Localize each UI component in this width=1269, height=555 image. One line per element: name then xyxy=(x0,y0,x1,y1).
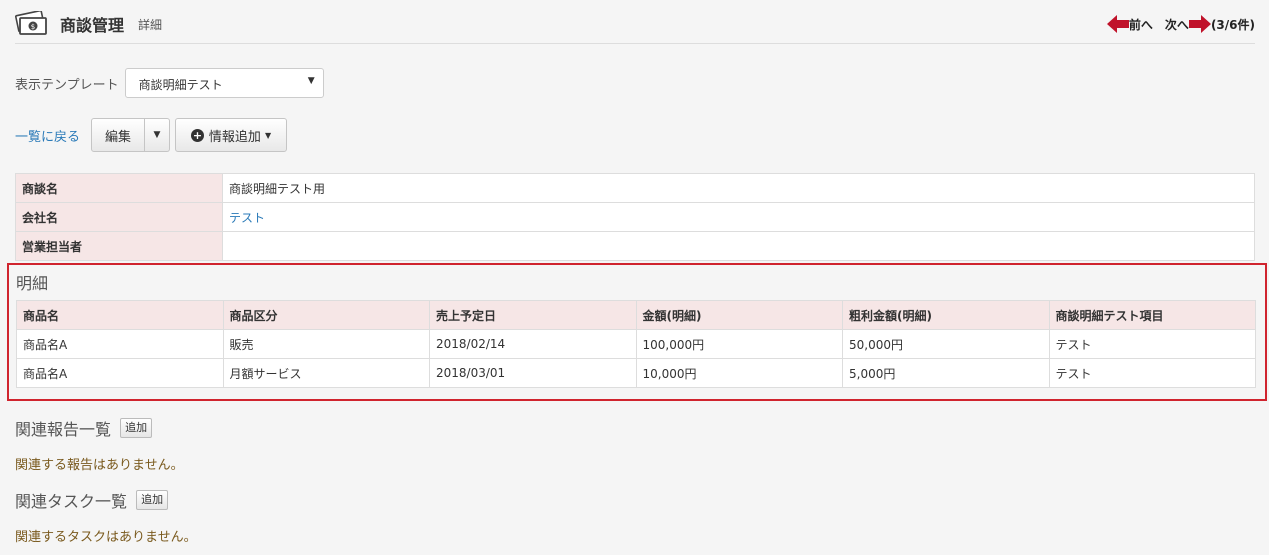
caret-down-icon: ▼ xyxy=(264,130,272,140)
column-header: 商品区分 xyxy=(222,300,430,330)
column-header: 商品名 xyxy=(16,300,224,330)
arrow-left-icon[interactable] xyxy=(1106,15,1129,33)
table-row: 商品名A 販売 2018/02/14 100,000円 50,000円 テスト xyxy=(16,329,1256,359)
caret-down-icon: ▼ xyxy=(307,76,315,86)
table-cell: 月額サービス xyxy=(222,358,430,388)
template-select[interactable]: 商談明細テスト ▼ xyxy=(124,68,324,98)
field-value: テスト xyxy=(222,202,1255,232)
next-link[interactable]: 次へ xyxy=(1165,16,1189,33)
template-row: 表示テンプレート 商談明細テスト ▼ xyxy=(15,68,324,98)
field-value xyxy=(222,231,1255,261)
column-header: 商談明細テスト項目 xyxy=(1048,300,1256,330)
detail-table: 商品名 商品区分 売上予定日 金額(明細) 粗利金額(明細) 商談明細テスト項目… xyxy=(16,300,1256,388)
svg-text:$: $ xyxy=(31,23,35,31)
page-subtitle: 詳細 xyxy=(138,18,163,32)
field-value: 商談明細テスト用 xyxy=(222,173,1255,203)
table-row: 会社名 テスト xyxy=(15,202,1255,232)
action-row: 一覧に戻る 編集 ▼ + 情報追加 ▼ xyxy=(15,118,288,152)
table-cell: 商品名A xyxy=(16,358,224,388)
section-title: 明細 xyxy=(16,274,49,293)
empty-message: 関連する報告はありません。 xyxy=(15,458,184,473)
template-label: 表示テンプレート xyxy=(15,77,119,93)
page-title: 商談管理 xyxy=(60,16,125,35)
add-task-button[interactable]: 追加 xyxy=(136,490,169,510)
deal-info-table: 商談名 商談明細テスト用 会社名 テスト 営業担当者 xyxy=(15,173,1255,261)
page-header: $ 商談管理 詳細 前へ 次へ (3/6件) xyxy=(15,0,1255,44)
column-header: 売上予定日 xyxy=(429,300,637,330)
detail-section: 明細 商品名 商品区分 売上予定日 金額(明細) 粗利金額(明細) 商談明細テス… xyxy=(7,263,1267,401)
table-cell: 2018/03/01 xyxy=(429,358,637,388)
table-cell: 50,000円 xyxy=(842,329,1050,359)
field-label: 営業担当者 xyxy=(15,231,223,261)
related-reports-section: 関連報告一覧 追加 関連する報告はありません。 xyxy=(15,416,184,473)
edit-dropdown-button[interactable]: ▼ xyxy=(145,118,171,152)
edit-button[interactable]: 編集 xyxy=(91,118,146,152)
table-cell: テスト xyxy=(1048,358,1256,388)
table-header-row: 商品名 商品区分 売上予定日 金額(明細) 粗利金額(明細) 商談明細テスト項目 xyxy=(16,300,1256,330)
related-tasks-section: 関連タスク一覧 追加 関連するタスクはありません。 xyxy=(15,488,197,545)
table-cell: 商品名A xyxy=(16,329,224,359)
record-count: (3/6件) xyxy=(1210,17,1255,32)
caret-down-icon: ▼ xyxy=(153,130,161,140)
table-cell: 2018/02/14 xyxy=(429,329,637,359)
company-link[interactable]: テスト xyxy=(229,211,265,225)
table-cell: 100,000円 xyxy=(635,329,843,359)
table-row: 営業担当者 xyxy=(15,231,1255,261)
add-info-label: 情報追加 xyxy=(208,129,261,145)
table-cell: 販売 xyxy=(222,329,430,359)
add-info-button[interactable]: + 情報追加 ▼ xyxy=(175,118,288,152)
table-row: 商談名 商談明細テスト用 xyxy=(15,173,1255,203)
template-selected-value: 商談明細テスト xyxy=(138,78,223,92)
table-cell: テスト xyxy=(1048,329,1256,359)
add-report-button[interactable]: 追加 xyxy=(120,418,153,438)
prev-link[interactable]: 前へ xyxy=(1129,16,1153,33)
empty-message: 関連するタスクはありません。 xyxy=(15,530,197,545)
column-header: 金額(明細) xyxy=(635,300,843,330)
table-cell: 10,000円 xyxy=(635,358,843,388)
back-to-list-link[interactable]: 一覧に戻る xyxy=(15,126,80,145)
table-cell: 5,000円 xyxy=(842,358,1050,388)
pager: 前へ 次へ (3/6件) xyxy=(1106,14,1255,34)
money-icon: $ xyxy=(15,11,47,35)
section-title: 関連報告一覧 xyxy=(15,420,112,439)
arrow-right-icon[interactable] xyxy=(1188,15,1211,33)
plus-circle-icon: + xyxy=(190,128,204,142)
table-row: 商品名A 月額サービス 2018/03/01 10,000円 5,000円 テス… xyxy=(16,358,1256,388)
column-header: 粗利金額(明細) xyxy=(842,300,1050,330)
field-label: 会社名 xyxy=(15,202,223,232)
field-label: 商談名 xyxy=(15,173,223,203)
section-title: 関連タスク一覧 xyxy=(15,492,128,511)
